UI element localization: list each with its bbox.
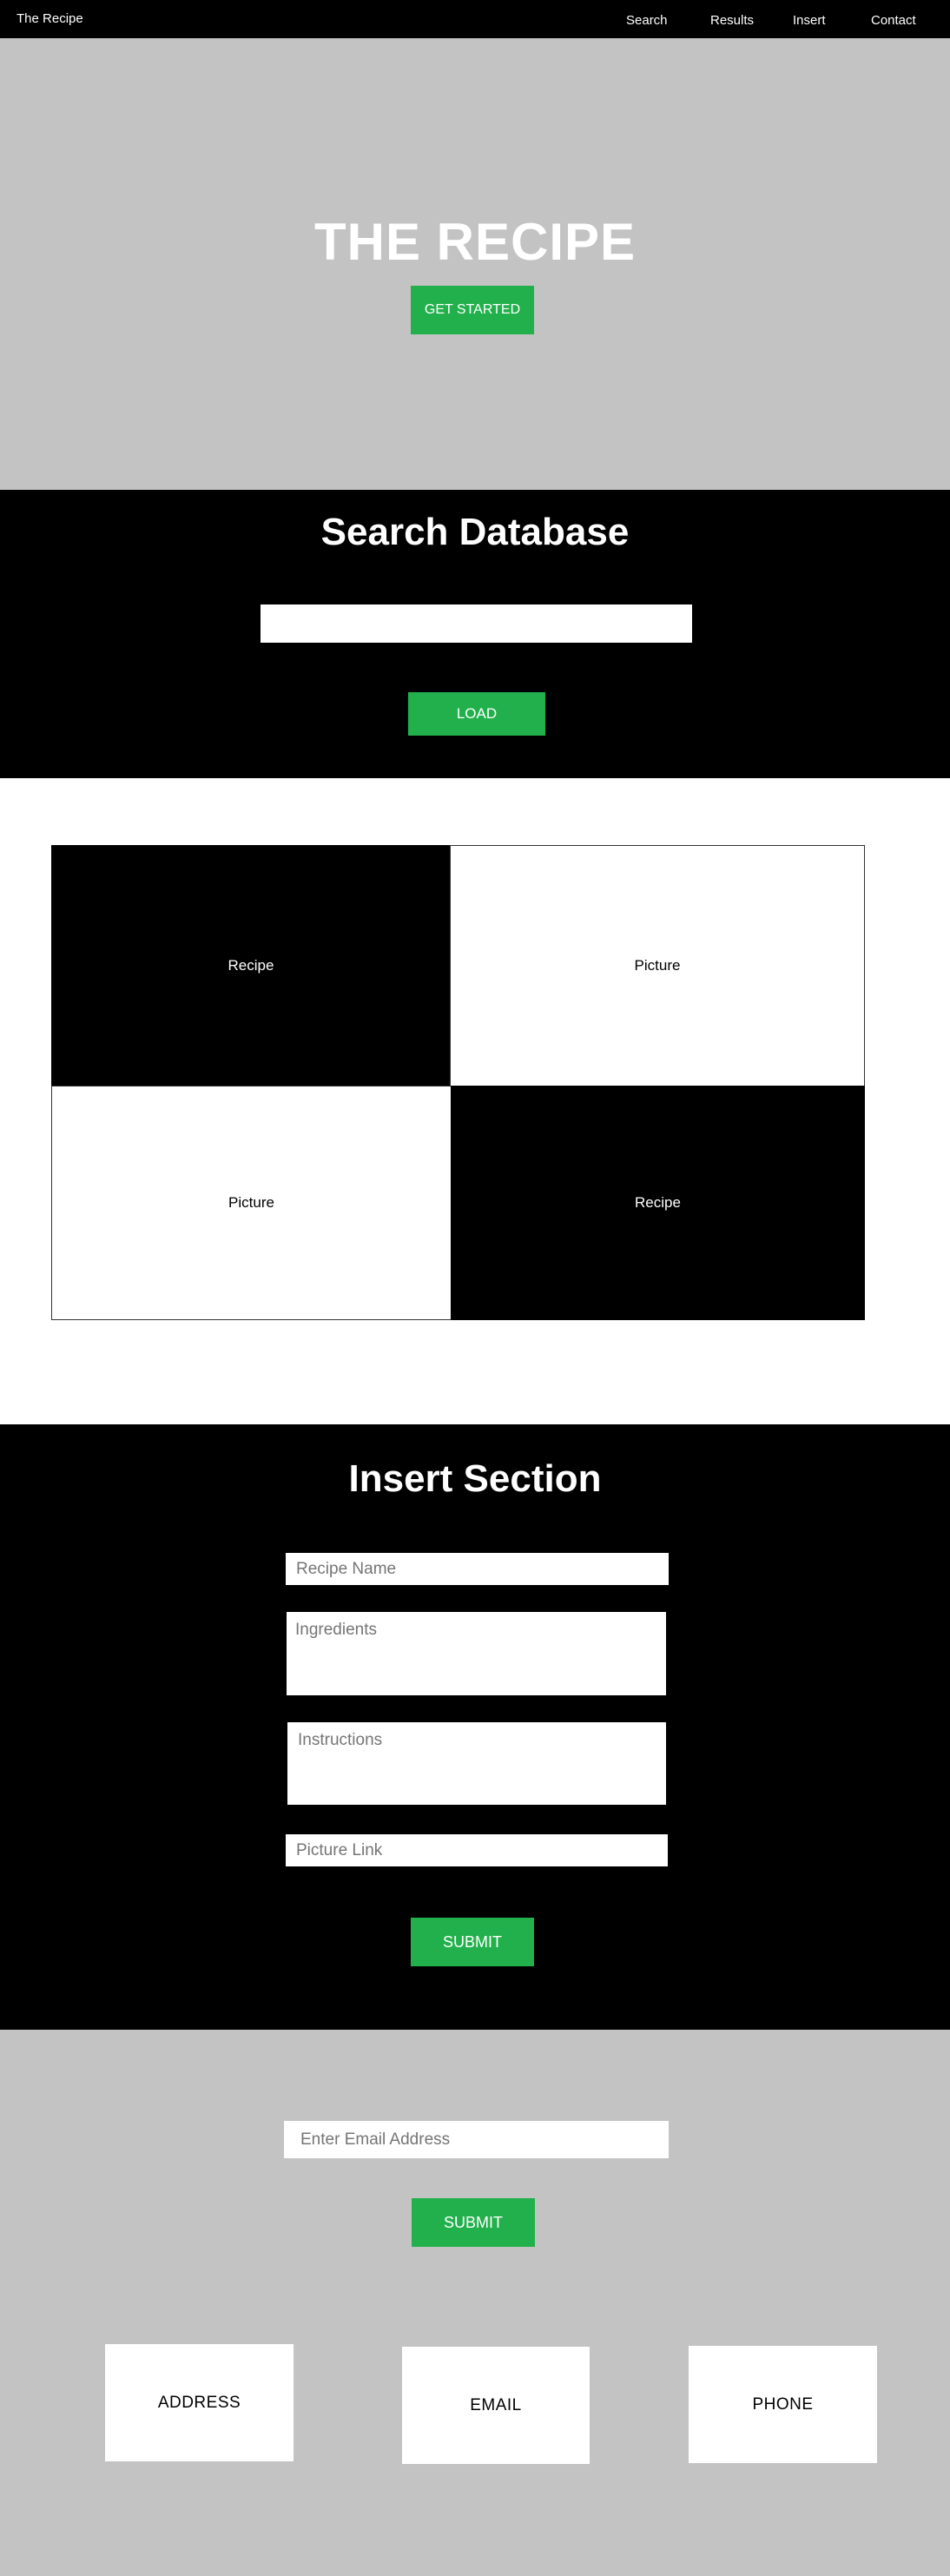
hero-section: THE RECIPE GET STARTED (0, 38, 950, 490)
search-input[interactable] (261, 604, 692, 643)
address-card: ADDRESS (105, 2344, 294, 2461)
get-started-button[interactable]: GET STARTED (411, 286, 534, 334)
hero-title: THE RECIPE (313, 213, 637, 271)
result-recipe-cell[interactable]: Recipe (451, 1086, 865, 1320)
ingredients-field[interactable] (287, 1612, 666, 1695)
nav-link-contact[interactable]: Contact (871, 13, 916, 28)
result-picture-label: Picture (228, 1194, 274, 1211)
search-section: Search Database LOAD (0, 490, 950, 778)
result-picture-label: Picture (634, 957, 681, 974)
phone-card: PHONE (689, 2346, 877, 2463)
result-picture-cell[interactable]: Picture (51, 1086, 452, 1320)
insert-section: Insert Section SUBMIT (0, 1424, 950, 2030)
insert-submit-button[interactable]: SUBMIT (411, 1918, 534, 1966)
load-button[interactable]: LOAD (408, 692, 545, 736)
contact-section: SUBMIT ADDRESS EMAIL PHONE (0, 2030, 950, 2576)
nav-link-search[interactable]: Search (626, 13, 668, 28)
brand-link[interactable]: The Recipe (16, 11, 83, 26)
result-recipe-cell[interactable]: Recipe (51, 845, 451, 1087)
search-title: Search Database (320, 511, 630, 553)
nav-link-results[interactable]: Results (710, 13, 754, 28)
address-card-label: ADDRESS (157, 2393, 241, 2412)
newsletter-submit-button[interactable]: SUBMIT (412, 2198, 535, 2247)
instructions-field[interactable] (287, 1722, 666, 1805)
recipe-name-field[interactable] (286, 1553, 669, 1585)
nav-link-insert[interactable]: Insert (793, 13, 826, 28)
result-picture-cell[interactable]: Picture (450, 845, 865, 1087)
top-navbar: The Recipe Search Results Insert Contact (0, 0, 950, 38)
email-card-label: EMAIL (470, 2395, 522, 2414)
result-recipe-label: Recipe (635, 1194, 681, 1211)
insert-title: Insert Section (348, 1457, 602, 1500)
results-section: Recipe Picture Picture Recipe (0, 778, 950, 1424)
email-input[interactable] (284, 2121, 669, 2158)
picture-link-field[interactable] (286, 1834, 668, 1866)
email-card: EMAIL (402, 2347, 590, 2464)
phone-card-label: PHONE (752, 2394, 814, 2414)
result-recipe-label: Recipe (228, 957, 274, 974)
